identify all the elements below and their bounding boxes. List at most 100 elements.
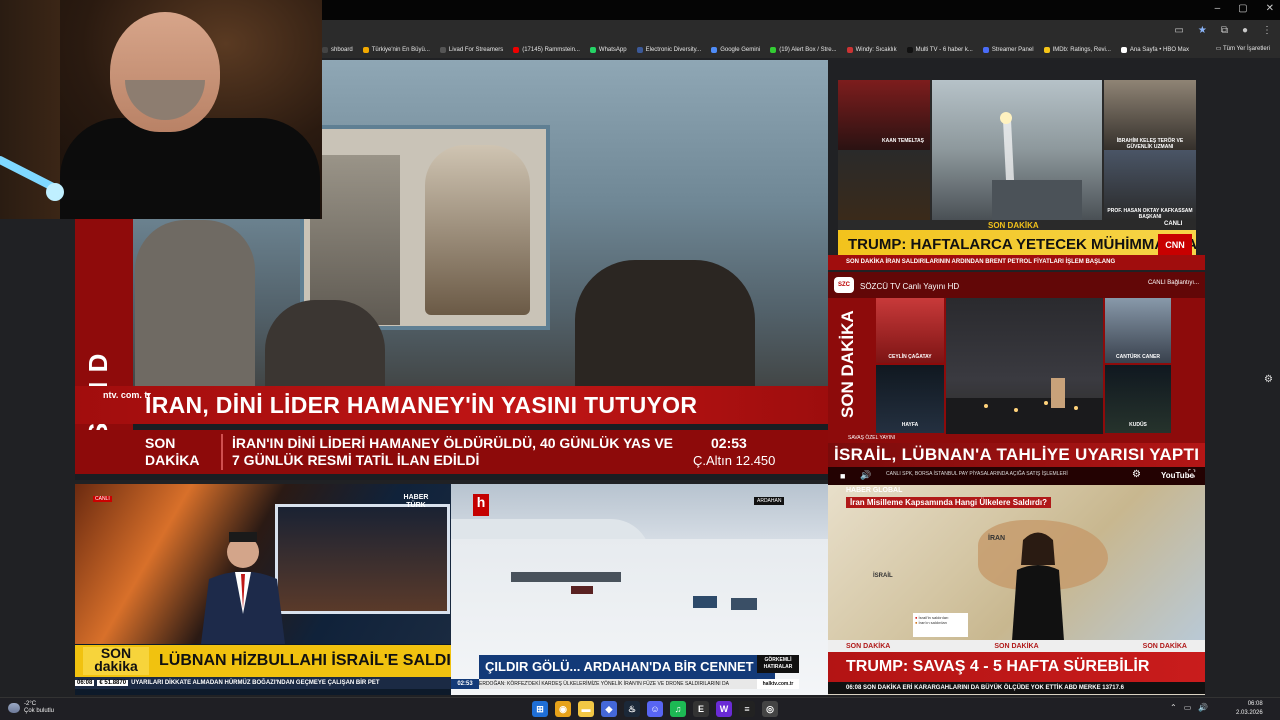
bookmark-item[interactable]: WhatsApp [589,47,627,53]
city-lights [946,378,1103,434]
bookmark-favicon-icon [439,47,446,53]
haber-global-panel[interactable]: HABER GLOBAL İran Misilleme Kapsamında H… [828,485,1205,695]
address-bar[interactable]: ▭ ★ ⧉ ● ⋮ [322,20,1280,42]
headline: TRUMP: SAVAŞ 4 - 5 HAFTA SÜREBİLİR [846,658,1150,675]
portrait-image [425,145,530,315]
weather-description: Çok bulutlu [24,708,55,714]
file-explorer-icon[interactable]: ▬ [578,701,594,717]
son-dakika-row: SON DAKİKA SON DAKİKA SON DAKİKA [828,640,1205,652]
bookmark-label: (17145) Rammstein... [522,47,580,53]
headline-bar: SAVAŞ ÖZEL YAYINI İSRAİL, LÜBNAN'A TAHLİ… [828,435,1205,467]
share-button[interactable]: CANLI Bağlantıyı... [1148,280,1199,286]
chevron-up-icon[interactable]: ⌃ [1170,703,1177,712]
guest-caption: PROF. HASAN OKTAY KAFKASSAM BAŞKANI [1107,208,1193,220]
live-label: CANLI [93,496,112,502]
ticker-text: CANLI SPK, BORSA İSTANBUL PAY PİYASALARI… [886,471,1068,477]
sozcu-logo[interactable]: SZC [834,277,854,293]
video-title[interactable]: SÖZCÜ TV Canlı Yayını HD [860,282,959,291]
headline-bar: TRUMP: SAVAŞ 4 - 5 HAFTA SÜREBİLİR [828,652,1205,682]
bookmark-favicon-icon [362,47,369,53]
night-video [838,150,930,220]
app-icon[interactable]: W [716,701,732,717]
star-icon[interactable]: ★ [1198,25,1207,36]
bookmark-label: Türkiye'nin En Büyü... [371,47,430,53]
steam-icon[interactable]: ♨ [624,701,640,717]
microphone-light [0,156,120,201]
app-icon[interactable]: ◆ [601,701,617,717]
host-caption: CEYLİN ÇAĞATAY [888,354,932,360]
headline: TRUMP: HAFTALARCA YETECEK MÜHİMMAT VAR [848,236,1196,253]
cnn-turk-panel[interactable]: KAAN TEMELTAŞ İBRAHİM KELEŞ TERÖR VE GÜV… [838,80,1196,270]
bookmark-label: shboard [331,47,353,53]
bookmark-favicon-icon [322,47,328,53]
maximize-icon[interactable]: ▢ [1238,3,1247,14]
news-ticker: 06:08 SON DAKİKA ERİ KARARGAHLARINI DA B… [828,682,1205,694]
stop-icon[interactable]: ■ [840,471,845,481]
extensions-icon[interactable]: ⧉ [1221,25,1228,36]
cnn-turk-logo: CNN TÜRK [1158,234,1192,270]
headline: LÜBNAN HİZBULLAHI İSRAİL'E SALDIRDI [159,652,451,669]
streamer-webcam [0,0,322,219]
profile-icon[interactable]: ● [1242,25,1248,36]
sozcu-tv-panel[interactable]: SZC SÖZCÜ TV Canlı Yayını HD CANLI Bağla… [828,272,1205,485]
epic-games-icon[interactable]: E [693,701,709,717]
son-dakika-badge: SON dakika [83,646,149,675]
bookmark-label: Livad For Streamers [448,47,504,53]
weather-widget[interactable]: -2°C Çok bulutlu [8,701,54,715]
spotify-icon[interactable]: ♫ [670,701,686,717]
bookmark-item[interactable]: Ana Sayfa • HBO Max [1120,47,1189,53]
minimize-icon[interactable]: – [1215,3,1221,14]
bookmark-label: IMDb: Ratings, Revi... [1052,47,1111,53]
haberturk-panel[interactable]: CANLI HABER TÜRK SON dakika LÜBNAN HİZBU… [75,484,451,695]
cast-icon[interactable]: ▭ [1174,25,1183,36]
toolbar-icons: ▭ ★ ⧉ ● ⋮ [1174,25,1272,36]
bookmark-item[interactable]: Streamer Panel [982,47,1034,53]
settings-gear-icon[interactable]: ⚙ [1264,374,1273,385]
bookmark-item[interactable]: IMDb: Ratings, Revi... [1043,47,1111,53]
halk-tv-panel[interactable]: h ARDAHAN ÇILDIR GÖLÜ... ARDAHAN'DA BİR … [451,484,828,695]
bookmark-item[interactable]: Türkiye'nin En Büyü... [362,47,430,53]
bookmark-item[interactable]: Livad For Streamers [439,47,504,53]
bookmark-item[interactable]: Windy: Sıcaklık [846,47,897,53]
bookmark-item[interactable]: Multi TV - 6 haber k... [906,47,973,53]
bookmark-label: Multi TV - 6 haber k... [915,47,973,53]
fullscreen-icon[interactable]: ⛶ [1188,469,1195,480]
headline-bar: ÇILDIR GÖLÜ... ARDAHAN'DA BİR CENNET [479,655,775,679]
news-ticker: SON DAKİKA İRAN'IN DİNİ LİDERİ HAMANEY Ö… [75,430,828,474]
bookmark-item[interactable]: (19) Alert Box / Stre... [770,47,837,53]
ticker-separator [221,434,223,470]
bookmark-item[interactable]: shboard [322,47,353,53]
bookmark-favicon-icon [1043,47,1050,53]
all-bookmarks-link[interactable]: ▭ Tüm Yer İşaretleri [1216,45,1270,52]
clock-text: 02:53 [451,679,479,689]
desktop-screen: – ▢ ✕ ▭ ★ ⧉ ● ⋮ shboard Türkiye'nin En Bü… [0,0,1280,720]
bookmark-label: Streamer Panel [991,47,1034,53]
menu-icon[interactable]: ⋮ [1262,25,1272,36]
app-icon[interactable]: ◎ [762,701,778,717]
taskbar-apps: ⊞ ◉ ▬ ◆ ♨ ☺ ♫ E W ≡ ◎ [532,701,778,717]
settings-gear-icon[interactable]: ⚙ [1132,469,1141,480]
presenter [1011,532,1065,655]
bookmark-favicon-icon [711,47,718,53]
close-icon[interactable]: ✕ [1266,3,1274,14]
app-icon[interactable]: ≡ [739,701,755,717]
volume-icon[interactable]: 🔊 [860,470,871,481]
discord-icon[interactable]: ☺ [647,701,663,717]
bookmark-item[interactable]: Google Gemini [711,47,760,53]
bookmarks-bar: shboard Türkiye'nin En Büyü... Livad For S… [322,42,1280,58]
youtube-title-bar: SZC SÖZCÜ TV Canlı Yayını HD CANLI Bağla… [828,272,1205,298]
bookmark-item[interactable]: (17145) Rammstein... [513,47,580,53]
bookmark-favicon-icon [589,47,596,53]
network-icon[interactable]: ▭ [1184,703,1192,712]
night-sky-video [946,298,1103,434]
program-tag: GÖRKEMLİ HATIRALAR [757,655,799,673]
start-icon[interactable]: ⊞ [532,701,548,717]
speaker-icon[interactable]: 🔊 [1198,703,1208,712]
chrome-icon[interactable]: ◉ [555,701,571,717]
haber-global-logo: HABER GLOBAL [846,487,903,494]
bookmark-favicon-icon [846,47,853,53]
bookmark-favicon-icon [770,47,777,53]
system-clock[interactable]: 06:08 2.03.2026 [1236,700,1263,718]
bookmark-item[interactable]: Electronic Diversity... [636,47,701,53]
headline-bar: ntv. com. tr İRAN, DİNİ LİDER HAMANEY'İN… [75,386,828,424]
